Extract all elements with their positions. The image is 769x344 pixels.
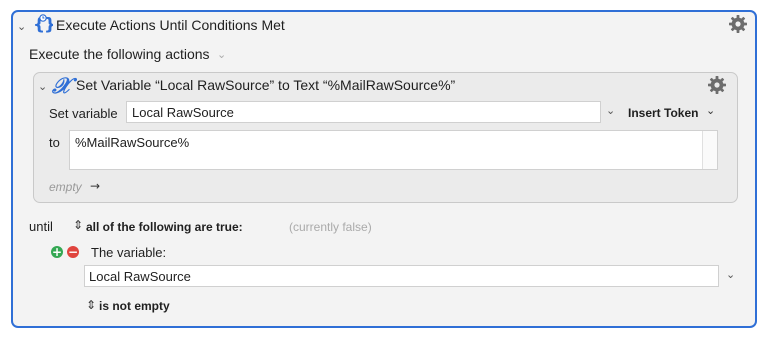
- gear-icon[interactable]: [707, 75, 727, 95]
- set-variable-title: Set Variable “Local RawSource” to Text “…: [76, 77, 456, 93]
- chevron-down-icon[interactable]: ⌄: [217, 48, 226, 61]
- up-down-chevron-icon[interactable]: ⇕: [86, 298, 96, 312]
- condition-variable-value: Local RawSource: [89, 269, 191, 284]
- collapse-chevron-icon[interactable]: ⌄: [38, 80, 47, 93]
- chevron-down-icon[interactable]: ⌄: [706, 104, 715, 117]
- scrollbar[interactable]: [702, 131, 717, 169]
- braces-clock-icon: { }: [33, 13, 56, 38]
- text-value-field[interactable]: %MailRawSource%: [69, 130, 718, 170]
- variable-dropdown-icon[interactable]: ⌄: [726, 268, 735, 281]
- condition-variable-field[interactable]: Local RawSource: [84, 265, 719, 287]
- condition-label: The variable:: [91, 245, 167, 260]
- text-value: %MailRawSource%: [75, 135, 190, 150]
- variable-name-field[interactable]: Local RawSource: [126, 101, 601, 123]
- arrow-right-icon[interactable]: →: [90, 179, 100, 193]
- to-label: to: [49, 135, 60, 150]
- collapse-chevron-icon[interactable]: ⌄: [17, 20, 26, 33]
- condition-state: (currently false): [289, 220, 372, 234]
- action-title: Execute Actions Until Conditions Met: [56, 17, 285, 33]
- condition-selector[interactable]: all of the following are true:: [86, 220, 243, 234]
- test-selector[interactable]: is not empty: [99, 299, 170, 313]
- empty-label: empty: [49, 180, 82, 194]
- execute-actions-label: Execute the following actions: [29, 46, 210, 62]
- insert-token-button[interactable]: Insert Token: [628, 106, 698, 120]
- variable-name-value: Local RawSource: [132, 105, 234, 120]
- set-variable-label: Set variable: [49, 106, 118, 121]
- gear-icon[interactable]: [728, 14, 748, 34]
- add-condition-icon[interactable]: +: [51, 246, 63, 258]
- remove-condition-icon[interactable]: −: [67, 246, 79, 258]
- variable-dropdown-icon[interactable]: ⌄: [606, 104, 615, 117]
- up-down-chevron-icon[interactable]: ⇕: [73, 218, 83, 232]
- until-label: until: [29, 219, 53, 234]
- variable-x-icon: 𝒳: [52, 73, 71, 99]
